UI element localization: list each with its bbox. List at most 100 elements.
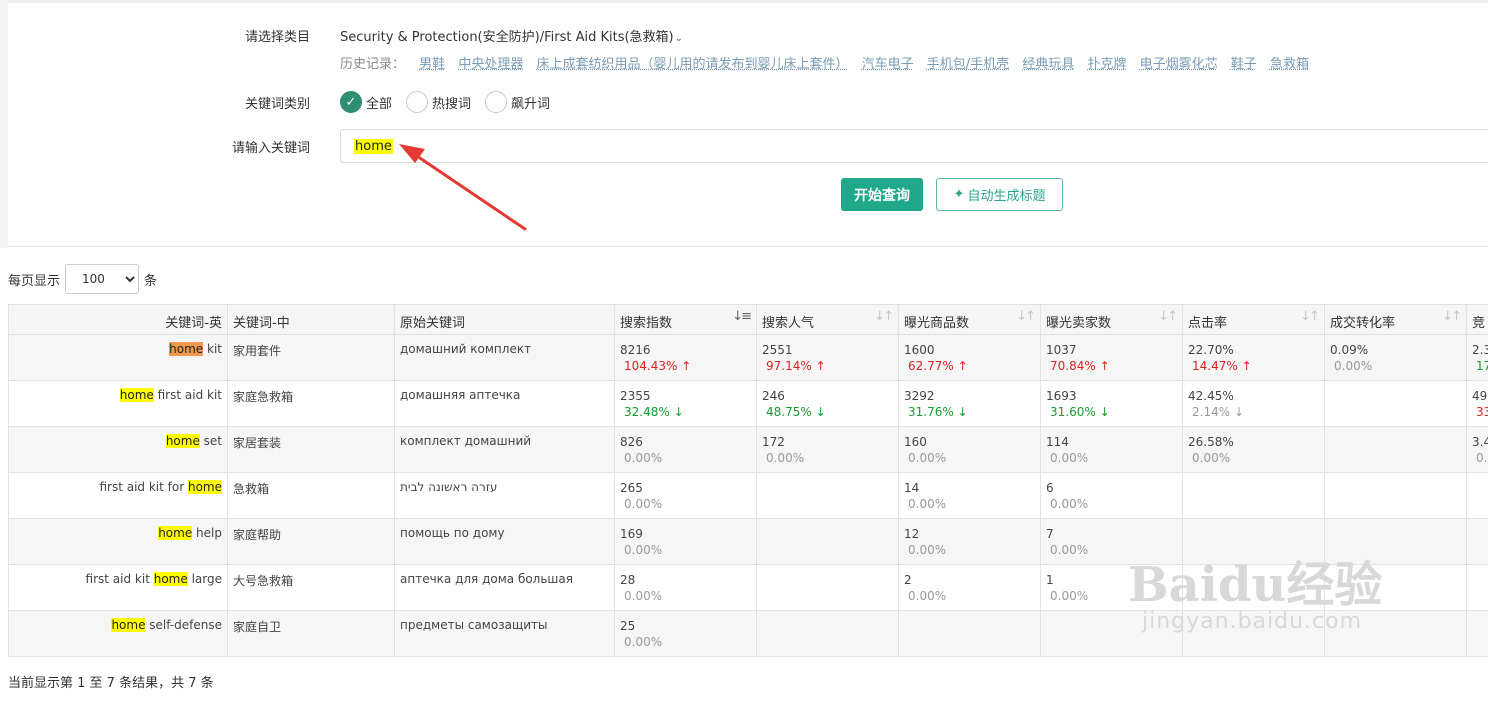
category-label: 请选择类目 <box>244 30 310 45</box>
checkmark-icon: ✓ <box>340 91 362 113</box>
cell-keyword-zh: 大号急救箱 <box>227 564 395 611</box>
cell-keyword-zh: 家用套件 <box>227 334 395 381</box>
cell-original-keyword: домашняя аптечка <box>394 380 615 427</box>
metric-value: 0.09% <box>1330 343 1369 357</box>
keyword-text: first aid kit for <box>99 480 188 494</box>
table-row[interactable]: home first aid kit 家庭急救箱 домашняя аптечка 2… <box>8 380 1488 427</box>
cell-conv <box>1324 426 1467 473</box>
table-row[interactable]: home kit 家用套件 домашний комплект 8216 104.43%… <box>8 334 1488 381</box>
history-item[interactable]: 床上成套纺织用品（婴儿用的请发布到婴儿床上套件） <box>536 57 848 72</box>
history-item[interactable]: 中央处理器 <box>458 57 523 72</box>
radio-all[interactable]: ✓ 全部 <box>340 91 392 113</box>
metric-change-text: 62.77% <box>908 359 954 373</box>
auto-generate-title-button[interactable]: ✦ 自动生成标题 <box>936 178 1063 211</box>
metric-change: 0.00% <box>620 634 751 650</box>
metric-value: 25 <box>620 619 636 633</box>
cell-original-keyword: помощь по дому <box>394 518 615 565</box>
keyword-input-label: 请输入关键词 <box>231 141 310 156</box>
keyword-highlight: home <box>111 618 146 632</box>
cell-keyword-en: first aid kit home large <box>8 564 228 611</box>
radio-hot-label: 热搜词 <box>432 96 472 112</box>
sort-icon[interactable]: ↓↑ <box>1442 309 1462 324</box>
start-query-button[interactable]: 开始查询 <box>841 178 923 211</box>
col-exposed-items-label: 曝光商品数 <box>904 316 970 331</box>
sort-desc-icon[interactable]: ↓≡ <box>732 309 752 324</box>
col-search-index[interactable]: 搜索指数 ↓≡ <box>614 304 757 335</box>
radio-hot[interactable]: 热搜词 <box>406 91 471 113</box>
category-select[interactable]: Security & Protection(安全防护)/First Aid Ki… <box>340 26 683 45</box>
cell-exposed-items: 2 0.00% <box>898 564 1041 611</box>
history-item[interactable]: 汽车电子 <box>862 57 914 72</box>
metric-value: 1037 <box>1046 343 1077 357</box>
table-row[interactable]: home set 家居套装 комплект домашний 826 0.00% 172… <box>8 426 1488 473</box>
history-item[interactable]: 男鞋 <box>419 57 445 72</box>
keyword-type-radio-group: ✓ 全部 热搜词 飙升词 <box>340 91 564 113</box>
history-item[interactable]: 电子烟雾化芯 <box>1140 57 1218 72</box>
metric-change: 0.00% <box>904 496 1035 512</box>
metric-value: 2 <box>904 573 912 587</box>
metric-value: 826 <box>620 435 643 449</box>
arrow-down-icon: ↓ <box>811 405 826 419</box>
col-conversion-rate[interactable]: 成交转化率 ↓↑ <box>1324 304 1467 335</box>
cell-exposed-items <box>898 610 1041 657</box>
cell-exposed-sellers: 114 0.00% <box>1040 426 1183 473</box>
col-original-keyword[interactable]: 原始关键词 <box>394 304 615 335</box>
per-page-select[interactable]: 100 <box>65 264 140 294</box>
col-keyword-en[interactable]: 关键词-英 <box>8 304 228 335</box>
history-item[interactable]: 手机包/手机壳 <box>927 57 1009 72</box>
cell-keyword-en: home set <box>8 426 228 473</box>
history-item[interactable]: 扑克牌 <box>1087 57 1126 72</box>
sort-icon[interactable]: ↓↑ <box>1158 309 1178 324</box>
arrow-up-icon: ↑ <box>953 359 968 373</box>
cell-comp <box>1466 518 1488 565</box>
metric-change: 97.14% ↑ <box>762 358 893 374</box>
metric-change: 31.76% ↓ <box>904 404 1035 420</box>
radio-circle-icon <box>485 91 508 113</box>
cell-exposed-sellers: 6 0.00% <box>1040 472 1183 519</box>
metric-value: 7 <box>1046 527 1054 541</box>
metric-change-text: 0.00% <box>908 451 947 465</box>
baidu-jingyan-watermark: Baidu经验 jingyan.baidu.com <box>1128 545 1382 634</box>
col-keyword-zh[interactable]: 关键词-中 <box>227 304 395 335</box>
metric-change-text: 2.14% <box>1192 405 1231 419</box>
keyword-text: help <box>192 526 222 540</box>
keyword-highlight: home <box>158 526 193 540</box>
col-exposed-sellers[interactable]: 曝光卖家数 ↓↑ <box>1040 304 1183 335</box>
sort-icon[interactable]: ↓↑ <box>1300 309 1320 324</box>
col-click-rate[interactable]: 点击率 ↓↑ <box>1182 304 1325 335</box>
metric-change-text: 17 <box>1476 359 1488 373</box>
col-exposed-items[interactable]: 曝光商品数 ↓↑ <box>898 304 1041 335</box>
history-item[interactable]: 经典玩具 <box>1022 57 1074 72</box>
metric-change-text: 48.75% <box>766 405 812 419</box>
history-item[interactable]: 鞋子 <box>1231 57 1257 72</box>
radio-circle-icon <box>406 91 429 113</box>
metric-change-text: 0.00% <box>908 497 947 511</box>
table-row[interactable]: first aid kit for home 急救箱 עזרה ראשונה לבי… <box>8 472 1488 519</box>
cell-search-index: 265 0.00% <box>614 472 757 519</box>
metric-value: 22.70% <box>1188 343 1234 357</box>
arrow-down-icon: ↓ <box>953 405 968 419</box>
col-competition[interactable]: 竞 <box>1466 304 1488 335</box>
sort-icon[interactable]: ↓↑ <box>874 309 894 324</box>
sort-icon[interactable]: ↓↑ <box>1016 309 1036 324</box>
metric-value: 6 <box>1046 481 1054 495</box>
keyword-highlight: home <box>187 480 222 494</box>
cell-exposed-sellers: 1037 70.84% ↑ <box>1040 334 1183 381</box>
metric-change-text: 31.76% <box>908 405 954 419</box>
radio-all-label: 全部 <box>366 96 393 112</box>
per-page-unit: 条 <box>144 273 158 289</box>
cell-comp <box>1466 564 1488 611</box>
radio-rising[interactable]: 飙升词 <box>485 91 550 113</box>
col-conversion-rate-label: 成交转化率 <box>1330 316 1396 331</box>
metric-change: 33 ↑ <box>1472 404 1488 420</box>
cell-keyword-zh: 家庭帮助 <box>227 518 395 565</box>
top-divider <box>8 0 1488 3</box>
history-list: 历史记录： 男鞋 中央处理器 床上成套纺织用品（婴儿用的请发布到婴儿床上套件） … <box>340 53 1318 72</box>
watermark-line1: Baidu经验 <box>1128 557 1383 613</box>
keyword-type-label: 关键词类别 <box>244 97 310 112</box>
metric-value: 1693 <box>1046 389 1077 403</box>
metric-value: 169 <box>620 527 643 541</box>
col-search-popularity[interactable]: 搜索人气 ↓↑ <box>756 304 899 335</box>
keyword-highlight: home <box>169 342 204 356</box>
history-item[interactable]: 急救箱 <box>1270 57 1309 72</box>
